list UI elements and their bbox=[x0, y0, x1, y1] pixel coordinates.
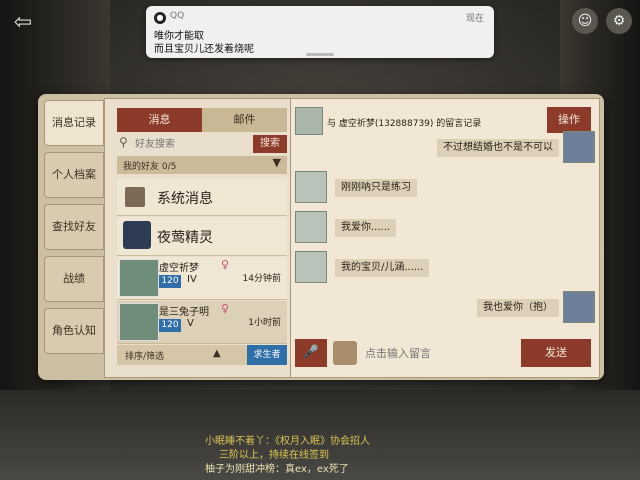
magnifier-icon: ⚲ bbox=[119, 135, 128, 149]
sort-filter-bar[interactable]: 排序/筛选 ▲ 求生者 bbox=[117, 345, 287, 365]
message-bubble: 我的宝贝/儿涵...... bbox=[335, 259, 430, 277]
last-seen: 1小时前 bbox=[248, 318, 281, 328]
qq-notification[interactable]: ● QQ 现在 唯你才能取 而且宝贝儿还发着烧呢 bbox=[146, 6, 494, 58]
log-line: 三阶以上，持续在线签到 bbox=[219, 450, 329, 461]
list-item-friend[interactable]: 虚空祈梦 ♀ 120 IV 14分钟前 bbox=[117, 257, 287, 300]
side-tab-roles[interactable]: 角色认知 bbox=[44, 308, 104, 354]
side-tab-profile[interactable]: 个人档案 bbox=[44, 152, 104, 198]
send-button[interactable]: 发送 bbox=[521, 339, 591, 367]
avatar bbox=[119, 259, 159, 297]
gear-icon[interactable]: ⚙ bbox=[606, 8, 632, 34]
side-tab-find-friends[interactable]: 查找好友 bbox=[44, 204, 104, 250]
message-history[interactable]: 不过想结婚也不是不可以 刚刚呐只是练习 我爱你...... 我的宝贝/儿涵...… bbox=[295, 131, 595, 335]
contacts-panel: 消息 邮件 ⚲ 搜索 我的好友 0/5 ▼ 系统消息 夜莺精灵 虚空祈梦 ♀ 1… bbox=[104, 98, 292, 378]
contact-name: 夜莺精灵 bbox=[157, 230, 213, 246]
avatar bbox=[295, 211, 327, 243]
list-item-system-messages[interactable]: 系统消息 bbox=[117, 179, 287, 216]
tab-mail[interactable]: 邮件 bbox=[202, 108, 287, 132]
notification-time: 现在 bbox=[465, 14, 484, 24]
log-line: 柚子为刚甜冲榜：真ex，ex死了 bbox=[205, 464, 349, 475]
side-tab-messages[interactable]: 消息记录 bbox=[44, 100, 104, 146]
avatar bbox=[295, 107, 323, 135]
notification-body: 而且宝贝儿还发着烧呢 bbox=[154, 44, 254, 55]
friends-count: 我的好友 0/5 bbox=[123, 162, 177, 172]
message-bubble: 不过想结婚也不是不可以 bbox=[437, 139, 559, 157]
avatar bbox=[295, 171, 327, 203]
message-bubble: 我也爱你（抱） bbox=[477, 299, 559, 317]
female-icon: ♀ bbox=[221, 258, 230, 271]
tab-messages[interactable]: 消息 bbox=[117, 108, 202, 132]
triangle-up-icon: ▲ bbox=[213, 348, 221, 359]
people-icon[interactable]: ☺ bbox=[572, 8, 598, 34]
exit-icon[interactable]: ⇦ bbox=[8, 8, 38, 38]
log-line: 小眠睡不着丫：《权月入眠》协会招人 bbox=[205, 436, 370, 447]
sort-filter-label: 排序/筛选 bbox=[125, 352, 165, 362]
friend-search-input[interactable] bbox=[135, 136, 251, 152]
top-right-controls: ☺ ⚙ bbox=[572, 8, 632, 34]
level-badge: 120 bbox=[159, 319, 181, 332]
message-input[interactable] bbox=[365, 345, 505, 361]
rank-badge: IV bbox=[187, 274, 197, 285]
notification-grip bbox=[306, 53, 334, 56]
message-bubble: 我爱你...... bbox=[335, 219, 397, 237]
message-mail-tabs: 消息 邮件 bbox=[117, 108, 287, 132]
document-icon bbox=[125, 187, 145, 207]
avatar bbox=[295, 251, 327, 283]
female-icon: ♀ bbox=[221, 302, 230, 315]
message-bubble: 刚刚呐只是练习 bbox=[335, 179, 417, 197]
search-button[interactable]: 搜索 bbox=[253, 135, 287, 153]
side-tab-record[interactable]: 战绩 bbox=[44, 256, 104, 302]
avatar bbox=[563, 291, 595, 323]
survivor-button[interactable]: 求生者 bbox=[247, 345, 287, 365]
friends-dropdown[interactable]: 我的好友 0/5 ▼ bbox=[117, 156, 287, 174]
avatar bbox=[119, 303, 159, 341]
notification-app: QQ bbox=[170, 11, 185, 21]
chat-header: 与 虚空祈梦(132888739) 的留言记录 操作 bbox=[291, 107, 597, 137]
chat-panel: 与 虚空祈梦(132888739) 的留言记录 操作 不过想结婚也不是不可以 刚… bbox=[290, 98, 600, 378]
level-badge: 120 bbox=[159, 275, 181, 288]
last-seen: 14分钟前 bbox=[242, 274, 281, 284]
chat-title: 与 虚空祈梦(132888739) 的留言记录 bbox=[327, 119, 482, 129]
message-composer: 🎤 发送 bbox=[295, 339, 595, 367]
list-item-friend[interactable]: 是三兔子明 ♀ 120 V 1小时前 bbox=[117, 301, 287, 344]
friend-name: 是三兔子明 bbox=[159, 307, 209, 318]
emoji-icon[interactable] bbox=[333, 341, 357, 365]
microphone-icon[interactable]: 🎤 bbox=[295, 339, 327, 367]
avatar bbox=[123, 221, 151, 249]
operations-button[interactable]: 操作 bbox=[547, 107, 591, 133]
chevron-down-icon: ▼ bbox=[272, 156, 281, 169]
friend-search: ⚲ 搜索 bbox=[117, 135, 287, 153]
rank-badge: V bbox=[187, 318, 194, 329]
qq-icon: ● bbox=[154, 12, 166, 24]
list-item-nightingale[interactable]: 夜莺精灵 bbox=[117, 217, 287, 256]
system-messages-label: 系统消息 bbox=[157, 191, 213, 207]
avatar bbox=[563, 131, 595, 163]
friend-name: 虚空祈梦 bbox=[159, 263, 199, 274]
